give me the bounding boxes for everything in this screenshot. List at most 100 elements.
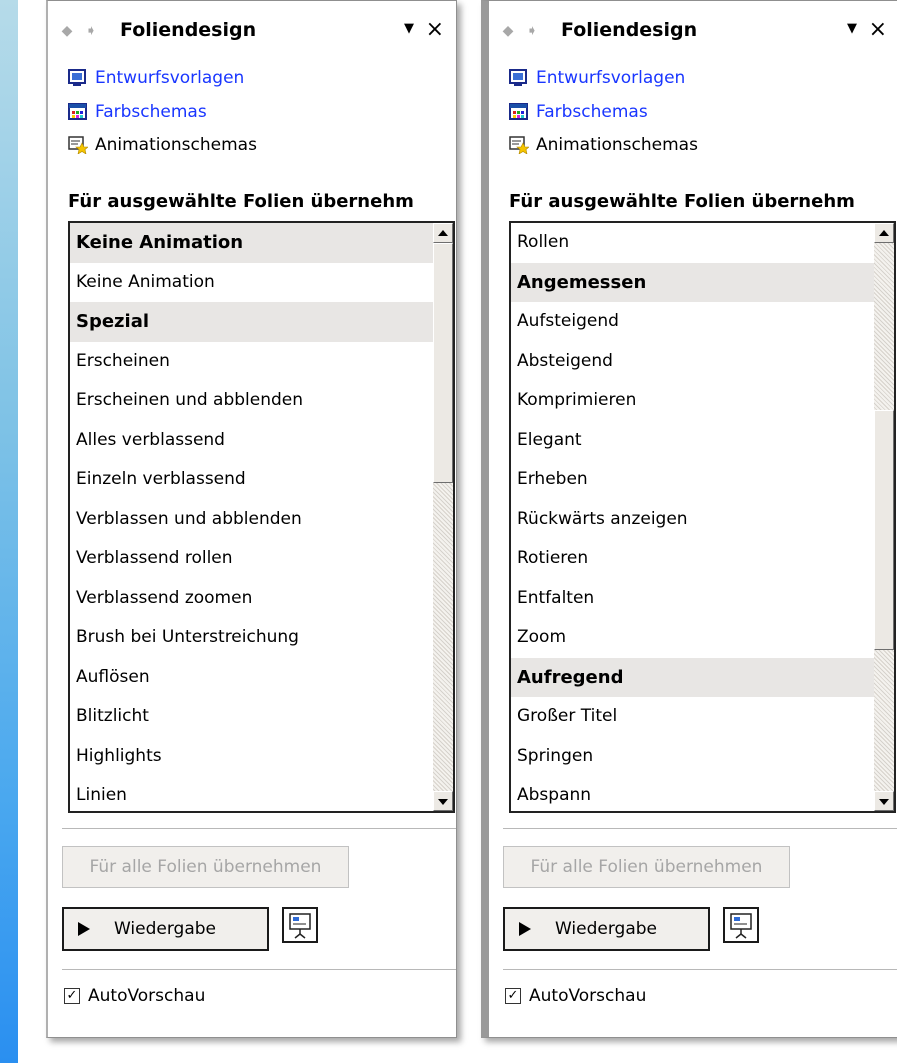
link-label: Animationschemas bbox=[95, 135, 257, 155]
autopreview-checkbox[interactable]: ✓ AutoVorschau bbox=[505, 986, 646, 1006]
divider bbox=[503, 828, 897, 829]
design-template-icon bbox=[509, 69, 529, 87]
play-label: Wiedergabe bbox=[114, 919, 217, 939]
section-label: Für ausgewählte Folien übernehm bbox=[509, 191, 855, 212]
close-icon[interactable]: × bbox=[426, 17, 444, 42]
list-item[interactable]: Komprimieren bbox=[511, 381, 874, 421]
task-pane-right: ◆ ➧ Foliendesign ▼ × Entwurfsvorlagen Fa… bbox=[481, 0, 897, 1038]
play-label: Wiedergabe bbox=[555, 919, 658, 939]
play-button[interactable]: Wiedergabe bbox=[503, 907, 710, 951]
play-button[interactable]: Wiedergabe bbox=[62, 907, 269, 951]
list-item[interactable]: Linien bbox=[70, 776, 433, 811]
divider bbox=[62, 828, 456, 829]
animation-scheme-list[interactable]: Rollen Angemessen Aufsteigend Absteigend Kom… bbox=[509, 221, 896, 813]
list-item[interactable]: Elegant bbox=[511, 421, 874, 461]
list-group-header: Angemessen bbox=[511, 262, 874, 302]
dropdown-triangle-icon[interactable]: ▼ bbox=[847, 21, 857, 36]
list-item[interactable]: Großer Titel bbox=[511, 697, 874, 737]
link-label: Farbschemas bbox=[536, 102, 648, 122]
link-label: Farbschemas bbox=[95, 102, 207, 122]
list-item[interactable]: Einzeln verblassend bbox=[70, 460, 433, 500]
list-group-header: Spezial bbox=[70, 302, 433, 342]
dropdown-triangle-icon[interactable]: ▼ bbox=[404, 21, 414, 36]
close-icon[interactable]: × bbox=[869, 17, 887, 42]
list-scrollbar[interactable] bbox=[874, 223, 894, 811]
link-color-schemes[interactable]: Farbschemas bbox=[68, 99, 207, 125]
list-item[interactable]: Brush bei Unterstreichung bbox=[70, 618, 433, 658]
apply-all-button[interactable]: Für alle Folien übernehmen bbox=[503, 846, 790, 888]
link-animation-schemes[interactable]: Animationschemas bbox=[68, 132, 257, 158]
list-item[interactable]: Rollen bbox=[511, 223, 874, 263]
arrow-left-icon[interactable]: ◆ bbox=[60, 21, 74, 41]
divider bbox=[503, 969, 897, 970]
list-item[interactable]: Verblassen und abblenden bbox=[70, 500, 433, 540]
scroll-down-button[interactable] bbox=[874, 791, 894, 811]
section-label: Für ausgewählte Folien übernehm bbox=[68, 191, 414, 212]
list-rows: Keine Animation Keine Animation Spezial Ers… bbox=[70, 223, 433, 811]
list-item[interactable]: Highlights bbox=[70, 737, 433, 777]
list-item[interactable]: Erscheinen bbox=[70, 342, 433, 382]
list-item[interactable]: Auflösen bbox=[70, 658, 433, 698]
list-item[interactable]: Absteigend bbox=[511, 342, 874, 382]
list-item[interactable]: Erheben bbox=[511, 460, 874, 500]
link-color-schemes[interactable]: Farbschemas bbox=[509, 99, 648, 125]
link-label: Animationschemas bbox=[536, 135, 698, 155]
list-item[interactable]: Verblassend rollen bbox=[70, 539, 433, 579]
play-icon bbox=[519, 922, 531, 936]
list-item[interactable]: Erscheinen und abblenden bbox=[70, 381, 433, 421]
scroll-down-button[interactable] bbox=[433, 791, 453, 811]
scroll-up-button[interactable] bbox=[874, 223, 894, 243]
animation-scheme-icon bbox=[509, 136, 530, 155]
list-item[interactable]: Verblassend zoomen bbox=[70, 579, 433, 619]
slideshow-button[interactable] bbox=[723, 907, 759, 943]
list-scrollbar[interactable] bbox=[433, 223, 453, 811]
task-pane-titlebar: ◆ ➧ Foliendesign ▼ × bbox=[489, 15, 897, 49]
animation-scheme-icon bbox=[68, 136, 89, 155]
design-template-icon bbox=[68, 69, 88, 87]
checkbox-box[interactable]: ✓ bbox=[64, 988, 80, 1004]
list-group-header: Aufregend bbox=[511, 657, 874, 697]
link-animation-schemes[interactable]: Animationschemas bbox=[509, 132, 698, 158]
slideshow-icon bbox=[289, 913, 311, 939]
arrow-left-icon[interactable]: ◆ bbox=[501, 21, 515, 41]
list-group-header: Keine Animation bbox=[70, 223, 433, 263]
task-pane-titlebar: ◆ ➧ Foliendesign ▼ × bbox=[48, 15, 456, 49]
list-item[interactable]: Aufsteigend bbox=[511, 302, 874, 342]
check-mark: ✓ bbox=[66, 988, 78, 1003]
play-icon bbox=[78, 922, 90, 936]
checkbox-box[interactable]: ✓ bbox=[505, 988, 521, 1004]
autopreview-checkbox[interactable]: ✓ AutoVorschau bbox=[64, 986, 205, 1006]
desktop-background-strip bbox=[0, 0, 18, 1063]
apply-all-button[interactable]: Für alle Folien übernehmen bbox=[62, 846, 349, 888]
autopreview-label: AutoVorschau bbox=[88, 986, 206, 1006]
list-item[interactable]: Entfalten bbox=[511, 579, 874, 619]
arrow-right-icon[interactable]: ➧ bbox=[525, 21, 539, 41]
list-item[interactable]: Abspann bbox=[511, 776, 874, 811]
scroll-thumb[interactable] bbox=[874, 410, 894, 651]
link-design-templates[interactable]: Entwurfsvorlagen bbox=[509, 65, 685, 91]
task-pane-title: Foliendesign bbox=[120, 19, 257, 41]
scroll-thumb[interactable] bbox=[433, 243, 453, 483]
task-pane-left: ◆ ➧ Foliendesign ▼ × Entwurfsvorlagen Fa… bbox=[46, 0, 457, 1038]
animation-scheme-list[interactable]: Keine Animation Keine Animation Spezial Ers… bbox=[68, 221, 455, 813]
link-label: Entwurfsvorlagen bbox=[536, 68, 686, 88]
list-item[interactable]: Alles verblassend bbox=[70, 421, 433, 461]
list-item[interactable]: Rückwärts anzeigen bbox=[511, 500, 874, 540]
color-scheme-icon bbox=[509, 103, 529, 121]
color-scheme-icon bbox=[68, 103, 88, 121]
list-item[interactable]: Rotieren bbox=[511, 539, 874, 579]
list-item[interactable]: Blitzlicht bbox=[70, 697, 433, 737]
list-item[interactable]: Springen bbox=[511, 737, 874, 777]
task-pane-title: Foliendesign bbox=[561, 19, 698, 41]
divider bbox=[62, 969, 456, 970]
autopreview-label: AutoVorschau bbox=[529, 986, 647, 1006]
scroll-up-button[interactable] bbox=[433, 223, 453, 243]
slideshow-button[interactable] bbox=[282, 907, 318, 943]
list-item[interactable]: Zoom bbox=[511, 618, 874, 658]
list-item[interactable]: Keine Animation bbox=[70, 263, 433, 303]
link-label: Entwurfsvorlagen bbox=[95, 68, 245, 88]
arrow-right-icon[interactable]: ➧ bbox=[84, 21, 98, 41]
check-mark: ✓ bbox=[507, 988, 519, 1003]
list-rows: Rollen Angemessen Aufsteigend Absteigend Kom… bbox=[511, 223, 874, 811]
link-design-templates[interactable]: Entwurfsvorlagen bbox=[68, 65, 244, 91]
